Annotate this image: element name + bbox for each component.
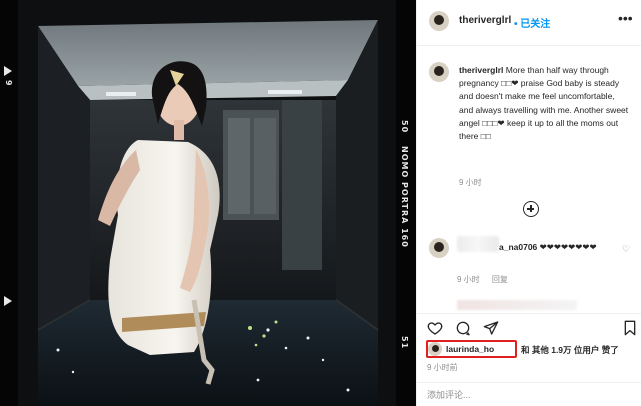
comment-input[interactable] [427,388,627,402]
film-frame-number: 51 [400,336,409,350]
caption-text: More than half way through pregnancy □□❤… [459,65,629,142]
film-brand-label: NOMO PORTRA 160 [400,146,409,248]
post-side-panel: theriverglrl • 已关注 ••• theriverglrl More… [416,0,641,406]
film-border-right: 50 NOMO PORTRA 160 51 [396,0,416,406]
film-border-left: 9 [0,0,18,406]
comment-meta: 9 小时 回复 [457,274,518,285]
plus-circle-icon[interactable] [523,201,539,217]
photo-scene [18,0,396,406]
comment-icon[interactable] [455,320,471,336]
more-horizontal-icon[interactable]: ••• [618,10,633,26]
author-avatar[interactable] [429,11,449,31]
comment-like-heart-icon[interactable]: ♡ [622,244,630,255]
caption-avatar[interactable] [429,62,449,82]
post-header: theriverglrl • 已关注 ••• [417,0,641,46]
post-photo: 9 50 NOMO PORTRA 160 51 [0,0,416,406]
post-caption: theriverglrl More than half way through … [459,64,631,143]
reply-button[interactable]: 回复 [492,275,508,284]
commenter-avatar[interactable] [429,238,449,258]
film-frame-number: 50 [400,120,409,134]
commenter-username[interactable]: a_na0706 [499,242,537,252]
comment-text: ❤❤❤❤❤❤❤❤ [539,242,597,252]
action-bar [417,313,641,339]
following-status[interactable]: • 已关注 [514,15,550,30]
film-arrow-icon [4,296,12,306]
post-time: 9 小时前 [427,363,458,372]
blurred-username [457,236,499,252]
send-icon[interactable] [483,320,499,336]
film-arrow-icon [4,66,12,76]
film-frame-number: 9 [4,80,13,87]
author-username[interactable]: theriverglrl [459,15,511,26]
highlight-box [426,340,517,358]
blurred-next-comment [457,300,577,310]
caption-time: 9 小时 [459,178,482,187]
likes-count-text[interactable]: 和 其他 1.9万 位用户 赞了 [521,344,619,356]
add-comment-box [417,382,641,406]
comment-time: 9 小时 [457,275,480,284]
comment-body: a_na0706 ❤❤❤❤❤❤❤❤ [499,241,619,253]
bookmark-icon[interactable] [622,320,638,336]
caption-username[interactable]: theriverglrl [459,65,503,75]
likes-summary: laurinda_ho 和 其他 1.9万 位用户 赞了 [417,340,641,358]
heart-icon[interactable] [427,320,443,336]
